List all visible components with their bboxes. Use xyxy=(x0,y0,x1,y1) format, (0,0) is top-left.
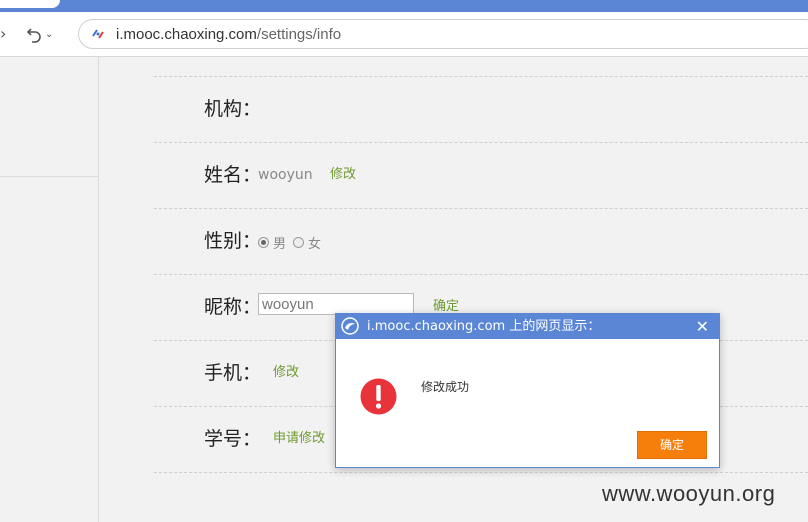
phone-label: 手机： xyxy=(204,362,262,384)
browser-active-tab[interactable] xyxy=(0,0,60,8)
org-label: 机构： xyxy=(204,98,262,120)
watermark: www.wooyun.org xyxy=(602,481,776,506)
name-value: wooyun xyxy=(258,167,313,183)
nickname-input[interactable] xyxy=(258,293,414,315)
undo-button[interactable]: ⌄ xyxy=(26,22,60,46)
student-id-label: 学号： xyxy=(204,428,262,450)
gender-label: 性别： xyxy=(204,230,262,252)
address-url: i.mooc.chaoxing.com/settings/info xyxy=(116,26,341,43)
nickname-label: 昵称： xyxy=(204,296,262,318)
gender-radio-male[interactable]: 男 xyxy=(258,233,286,252)
alert-dialog: i.mooc.chaoxing.com 上的网页显示： ✕ 修改成功 确定 xyxy=(335,313,720,468)
chevron-down-icon: ⌄ xyxy=(45,28,54,40)
close-icon[interactable]: ✕ xyxy=(696,314,709,339)
ok-button[interactable]: 确定 xyxy=(637,431,707,459)
browser-logo-icon xyxy=(341,317,359,335)
radio-unselected-icon xyxy=(293,237,304,248)
address-bar[interactable]: i.mooc.chaoxing.com/settings/info xyxy=(78,19,808,49)
radio-selected-icon xyxy=(258,237,269,248)
dialog-message: 修改成功 xyxy=(421,380,470,394)
gender-radio-female[interactable]: 女 xyxy=(293,233,321,252)
alert-icon xyxy=(360,378,397,415)
site-favicon-icon xyxy=(92,29,104,39)
edit-name-link[interactable]: 修改 xyxy=(330,166,356,184)
dialog-titlebar: i.mooc.chaoxing.com 上的网页显示： ✕ xyxy=(336,314,719,339)
dialog-title: i.mooc.chaoxing.com 上的网页显示： xyxy=(367,319,601,334)
gender-female-label: 女 xyxy=(308,237,322,252)
undo-icon xyxy=(26,28,41,43)
gender-male-label: 男 xyxy=(273,237,287,252)
request-edit-student-id-link[interactable]: 申请修改 xyxy=(273,430,325,448)
address-host: i.mooc.chaoxing.com xyxy=(116,25,257,43)
address-path: /settings/info xyxy=(256,25,342,43)
form-row-org: 机构： xyxy=(154,76,808,142)
forward-icon[interactable]: › xyxy=(0,24,10,44)
edit-phone-link[interactable]: 修改 xyxy=(273,364,299,382)
browser-tabstrip xyxy=(0,0,808,12)
sidebar-divider xyxy=(0,176,98,177)
form-row-name: 姓名： wooyun 修改 xyxy=(154,142,808,208)
browser-toolbar: › ⌄ i.mooc.chaoxing.com/settings/info xyxy=(0,12,808,57)
name-label: 姓名： xyxy=(204,164,262,186)
left-sidebar xyxy=(0,57,99,522)
form-row-gender: 性别： 男 女 xyxy=(154,208,808,274)
